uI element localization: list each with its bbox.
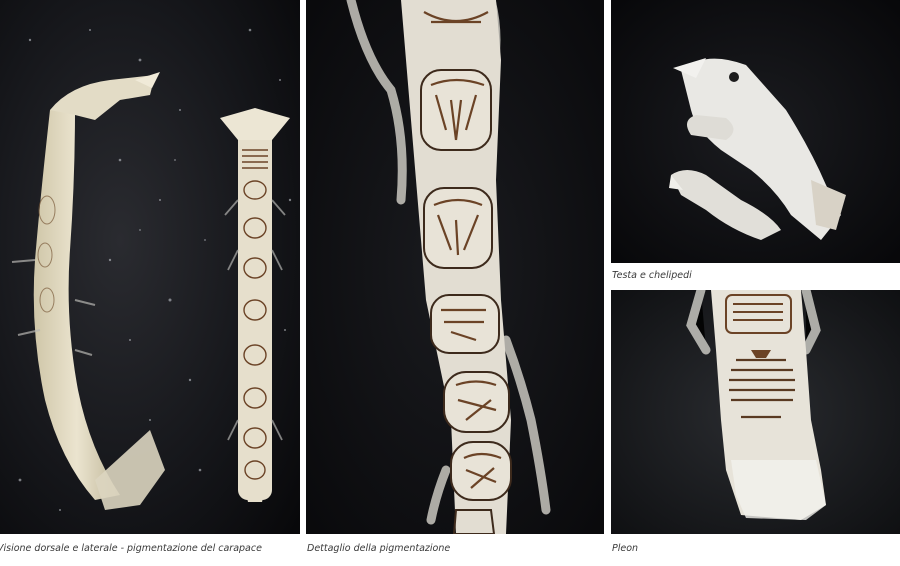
caption-pleon: Pleon: [612, 543, 639, 554]
photo-pleon: [611, 290, 900, 534]
photo-pigmentation-detail: [306, 0, 604, 534]
caption-head-chelipeds: Testa e chelipedi: [612, 270, 692, 281]
photo-dorsal-lateral-view: [0, 0, 300, 534]
caption-dorsal-lateral: Visione dorsale e laterale - pigmentazio…: [0, 543, 262, 554]
caption-pigmentation-detail: Dettaglio della pigmentazione: [307, 543, 451, 554]
photo-head-chelipeds: [611, 0, 900, 263]
